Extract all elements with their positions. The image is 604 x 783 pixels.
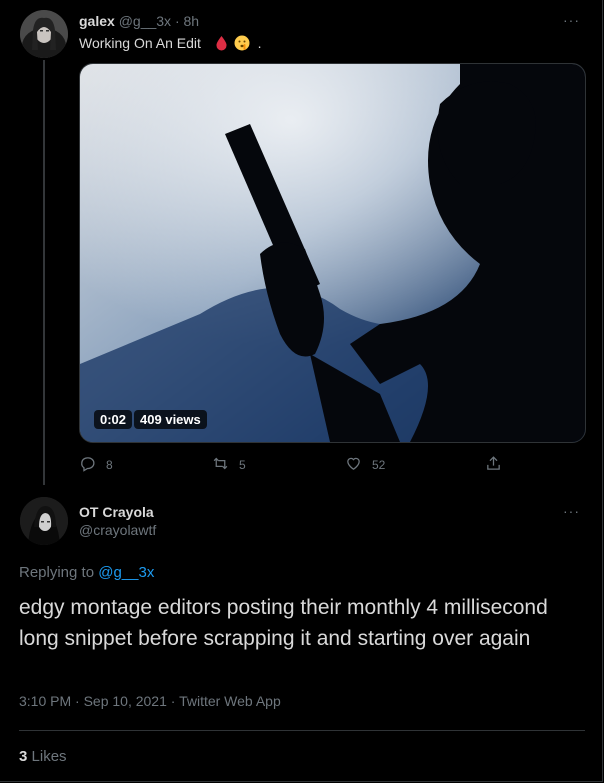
- author-name[interactable]: OT Crayola: [79, 503, 156, 521]
- thread-line: [43, 60, 45, 485]
- replying-prefix: Replying to: [19, 564, 95, 581]
- likes-count-link[interactable]: 3 Likes: [19, 748, 67, 765]
- video-thumbnail: [80, 64, 585, 442]
- video-badge: 0:02 409 views: [94, 410, 207, 429]
- tweet-time[interactable]: 8h: [184, 13, 200, 29]
- separator: ·: [174, 13, 180, 29]
- tweet-text: edgy montage editors posting their month…: [19, 596, 548, 650]
- drop-emoji-icon: [215, 35, 228, 55]
- retweet-count: 5: [239, 458, 246, 472]
- author-name[interactable]: galex: [79, 13, 115, 29]
- tweet-text: Working On An Edit .: [79, 34, 261, 55]
- like-count: 52: [372, 458, 386, 472]
- more-options-button[interactable]: ···: [563, 503, 580, 519]
- share-icon: [485, 455, 502, 475]
- video-views: 409 views: [134, 410, 207, 429]
- reply-button[interactable]: 8: [79, 455, 113, 475]
- share-button[interactable]: [485, 455, 502, 475]
- avatar[interactable]: [20, 497, 68, 545]
- author-handle[interactable]: @crayolawtf: [79, 521, 156, 539]
- tweet-actions: 8 5 52: [79, 455, 509, 477]
- divider: [19, 730, 585, 731]
- avatar[interactable]: [20, 10, 68, 58]
- heart-icon: [345, 455, 362, 475]
- tweet-text-body: Working On An Edit: [79, 35, 201, 51]
- video-duration: 0:02: [94, 410, 133, 429]
- author-handle[interactable]: @g__3x: [119, 13, 171, 29]
- tweet-text-suffix: .: [257, 35, 262, 51]
- like-total: 3: [19, 748, 28, 765]
- likes-label: Likes: [31, 748, 67, 765]
- tweet-meta[interactable]: 3:10 PM · Sep 10, 2021 · Twitter Web App: [19, 693, 281, 709]
- video-player[interactable]: 0:02 409 views: [79, 63, 586, 443]
- more-options-button[interactable]: ···: [563, 12, 580, 28]
- like-button[interactable]: 52: [345, 455, 385, 475]
- tweet-header: OT Crayola @crayolawtf: [79, 503, 156, 539]
- tweet-header: galex @g__3x · 8h: [79, 12, 199, 30]
- shushing-face-emoji-icon: [234, 35, 250, 55]
- reply-icon: [79, 455, 96, 475]
- replying-to: Replying to @g__3x: [19, 564, 154, 581]
- retweet-icon: [212, 455, 229, 475]
- parent-tweet[interactable]: galex @g__3x · 8h ··· Working On An Edit…: [0, 0, 604, 485]
- replying-to-link[interactable]: @g__3x: [98, 564, 154, 581]
- reply-count: 8: [106, 458, 113, 472]
- retweet-button[interactable]: 5: [212, 455, 246, 475]
